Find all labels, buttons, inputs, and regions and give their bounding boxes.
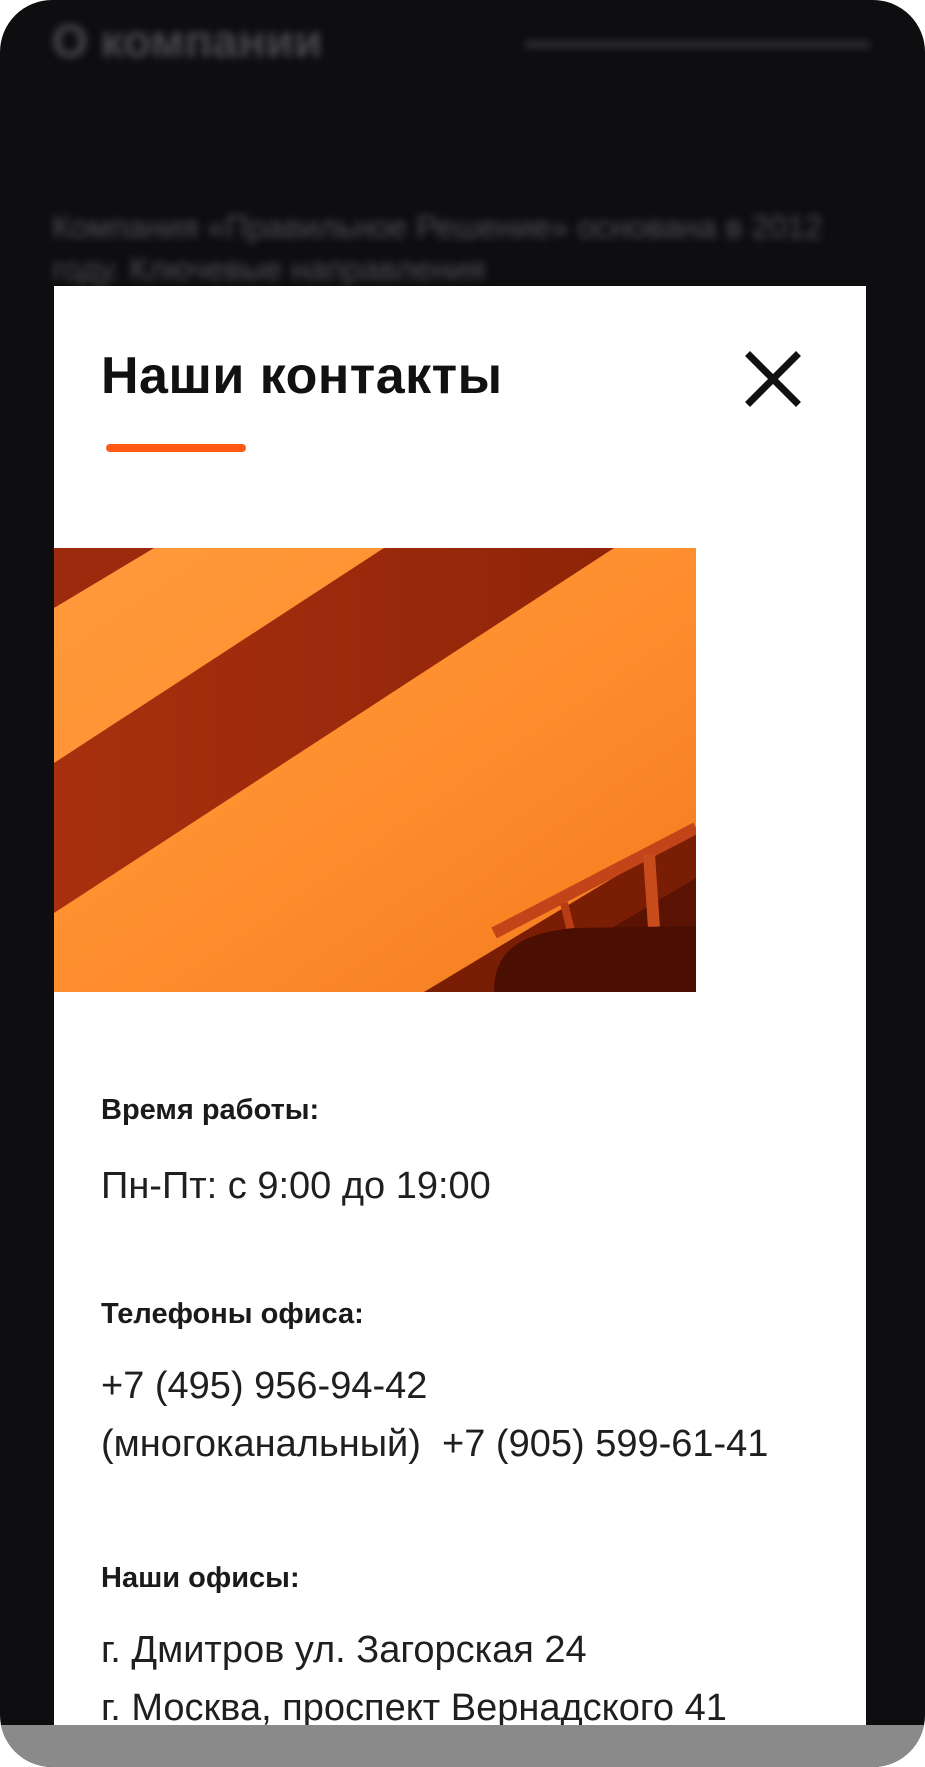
hours-section: Время работы: Пн-Пт: с 9:00 до 19:00 (101, 1094, 851, 1215)
close-icon (745, 351, 801, 407)
hours-value: Пн-Пт: с 9:00 до 19:00 (101, 1165, 491, 1207)
phones-section: Телефоны офиса: +7 (495) 956-94-42 (мног… (101, 1298, 851, 1473)
phones-label: Телефоны офиса: (101, 1298, 364, 1330)
offices-label: Наши офисы: (101, 1562, 300, 1594)
background-divider (525, 42, 870, 47)
contacts-modal: Наши контакты Время работы: Пн-Пт: с 9:0… (54, 286, 866, 1767)
phone-secondary-link[interactable]: +7 (905) 599-61-41 (442, 1423, 768, 1465)
title-accent-line (106, 444, 246, 452)
contacts-photo (54, 548, 696, 992)
phone-primary-note: (многоканальный) (101, 1423, 421, 1465)
background-page-text: Компания «Правильное Решение» основана в… (52, 209, 823, 287)
offices-list: г. Дмитров ул. Загорская 24 г. Москва, п… (101, 1621, 851, 1737)
hours-label: Время работы: (101, 1094, 320, 1126)
background-page-title: О компании (52, 15, 323, 67)
close-button[interactable] (738, 344, 808, 414)
phones-value: +7 (495) 956-94-42 (многоканальный) +7 (… (101, 1357, 851, 1473)
office-item: г. Дмитров ул. Загорская 24 (101, 1629, 587, 1671)
modal-title: Наши контакты (101, 347, 503, 405)
phone-screen: О компании Компания «Правильное Решение»… (0, 0, 925, 1767)
bottom-bar (0, 1725, 925, 1767)
phone-primary-link[interactable]: +7 (495) 956-94-42 (101, 1365, 427, 1407)
offices-section: Наши офисы: г. Дмитров ул. Загорская 24 … (101, 1562, 851, 1737)
